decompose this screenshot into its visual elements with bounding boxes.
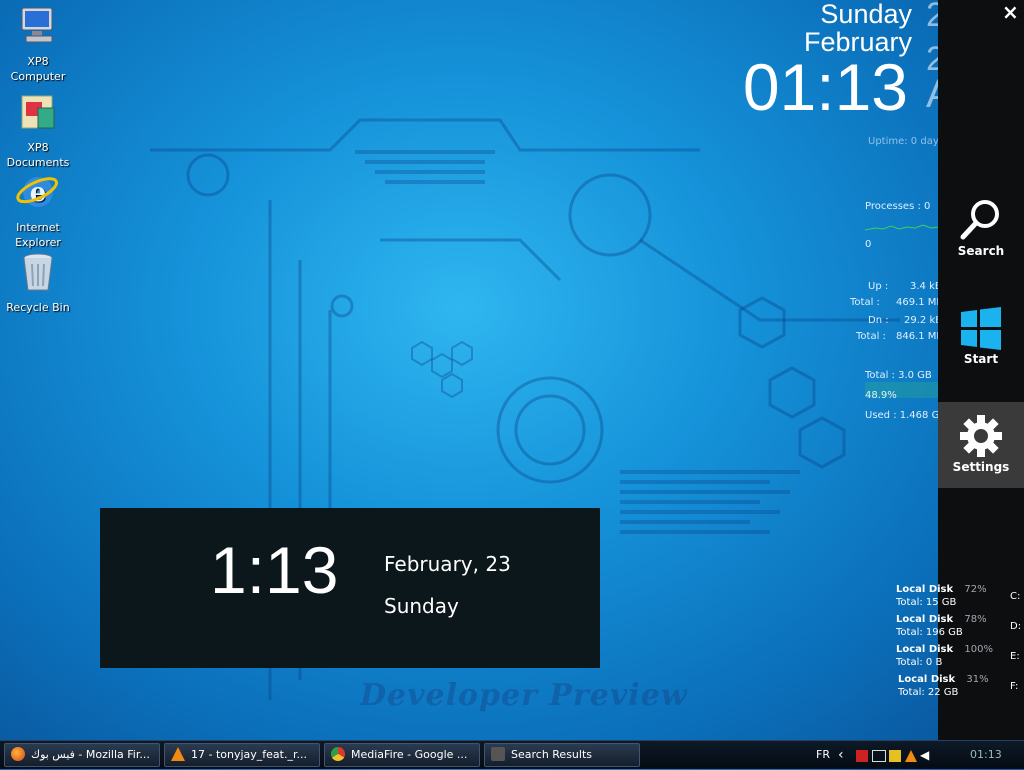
disk-letter: F: xyxy=(1010,681,1019,692)
processes-text: Processes : 0 xyxy=(865,201,931,212)
taskbar-item-search-results[interactable]: Search Results xyxy=(484,743,640,767)
vlc-icon xyxy=(171,747,185,761)
charm-start-label: Start xyxy=(963,352,999,366)
disk-total: Total: 0 B xyxy=(896,657,943,668)
widget-time: 1:13 xyxy=(210,533,339,607)
disk-percent: 31% xyxy=(966,674,989,685)
language-indicator[interactable]: FR xyxy=(816,741,830,769)
charm-settings-label: Settings xyxy=(952,460,1010,474)
desktop-icon-recycle-bin[interactable]: Recycle Bin xyxy=(0,250,76,315)
chevron-left-icon[interactable]: ‹ xyxy=(838,741,844,769)
disk-f: Local Disk 31% Total: 22 GB xyxy=(898,673,989,699)
system-tray-icons: ◀ xyxy=(856,741,936,769)
internet-explorer-icon: e xyxy=(16,177,58,208)
disk-total: Total: 196 GB xyxy=(896,627,963,638)
memory-percent: 48.9% xyxy=(865,390,897,401)
disk-letter: E: xyxy=(1010,651,1020,662)
taskbar-item-firefox[interactable]: فيس بوك - Mozilla Fir... xyxy=(4,743,160,767)
taskbar-item-chrome[interactable]: MediaFire - Google ... xyxy=(324,743,480,767)
desktop-icon-internet-explorer[interactable]: e Internet Explorer xyxy=(0,170,76,250)
desktop-icon-label: Internet Explorer xyxy=(15,221,61,249)
network-icon[interactable] xyxy=(871,750,886,762)
chrome-icon xyxy=(331,747,345,761)
search-icon xyxy=(960,200,999,240)
taskbar: فيس بوك - Mozilla Fir... 17 - tonyjay_fe… xyxy=(0,740,1024,769)
disk-letter: D: xyxy=(1010,621,1022,632)
warning-icon[interactable] xyxy=(889,750,901,762)
download-label: Dn : xyxy=(868,315,889,326)
desktop-icon-xp8-computer[interactable]: XP8 Computer xyxy=(0,4,76,84)
widget-day: Sunday xyxy=(384,594,459,618)
disk-total: Total: 22 GB xyxy=(898,687,959,698)
desktop-icon-label: XP8 Documents xyxy=(6,141,70,169)
clock-time: 01:13 xyxy=(742,50,908,124)
upload-value: 3.4 kB xyxy=(910,281,942,292)
upload-label: Up : xyxy=(868,281,889,292)
computer-icon xyxy=(21,7,53,43)
desktop-icon-xp8-documents[interactable]: XP8 Documents xyxy=(0,90,76,170)
clock-widget: 1:13 February, 23 Sunday xyxy=(100,508,600,668)
desktop-icon-label: XP8 Computer xyxy=(10,55,66,83)
disk-e: Local Disk 100% Total: 0 B xyxy=(896,643,993,669)
cpu-min-label: 0 xyxy=(865,239,872,250)
charm-start-button[interactable]: Start xyxy=(938,304,1024,390)
desktop-icon-label: Recycle Bin xyxy=(6,301,70,314)
disk-name: Local Disk xyxy=(896,614,954,625)
gear-icon xyxy=(960,415,1002,457)
disk-name: Local Disk xyxy=(896,584,954,595)
upload-total-value: 469.1 MB xyxy=(896,297,944,308)
taskbar-item-label: فيس بوك - Mozilla Fir... xyxy=(31,748,150,761)
memory-total: Total : 3.0 GB xyxy=(865,370,932,381)
search-results-icon xyxy=(491,747,505,761)
tray-app-icon[interactable] xyxy=(856,750,868,762)
firefox-icon xyxy=(11,747,25,761)
developer-preview-watermark: Developer Preview xyxy=(360,678,688,713)
disk-percent: 78% xyxy=(964,614,987,625)
disk-name: Local Disk xyxy=(898,674,956,685)
taskbar-clock[interactable]: 01:13 xyxy=(970,741,1002,769)
volume-icon[interactable]: ◀ xyxy=(920,748,929,762)
disk-percent: 100% xyxy=(964,644,993,655)
taskbar-item-label: MediaFire - Google ... xyxy=(351,748,468,761)
download-value: 29.2 kB xyxy=(904,315,943,326)
disk-c: Local Disk 72% Total: 15 GB xyxy=(896,583,987,609)
clock-weekday: Sunday xyxy=(820,0,912,29)
disk-total: Total: 15 GB xyxy=(896,597,957,608)
taskbar-item-label: 17 - tonyjay_feat._r... xyxy=(191,748,307,761)
disk-name: Local Disk xyxy=(896,644,954,655)
disk-percent: 72% xyxy=(964,584,987,595)
charm-search-button[interactable]: Search xyxy=(938,196,1024,282)
download-total-label: Total : xyxy=(856,331,886,342)
documents-icon xyxy=(21,95,55,129)
upload-total-label: Total : xyxy=(850,297,880,308)
widget-date: February, 23 xyxy=(384,552,511,576)
download-total-value: 846.1 MB xyxy=(896,331,944,342)
taskbar-item-vlc[interactable]: 17 - tonyjay_feat._r... xyxy=(164,743,320,767)
close-icon[interactable]: × xyxy=(1002,0,1019,24)
disk-d: Local Disk 78% Total: 196 GB xyxy=(896,613,987,639)
charm-settings-button[interactable]: Settings xyxy=(938,402,1024,488)
charm-search-label: Search xyxy=(957,244,1005,258)
disk-letter: C: xyxy=(1010,591,1021,602)
recycle-bin-icon xyxy=(23,253,53,291)
windows-logo-icon xyxy=(961,307,1001,350)
vlc-tray-icon[interactable] xyxy=(904,750,917,762)
memory-used: Used : 1.468 GB xyxy=(865,410,947,421)
taskbar-item-label: Search Results xyxy=(511,748,593,761)
